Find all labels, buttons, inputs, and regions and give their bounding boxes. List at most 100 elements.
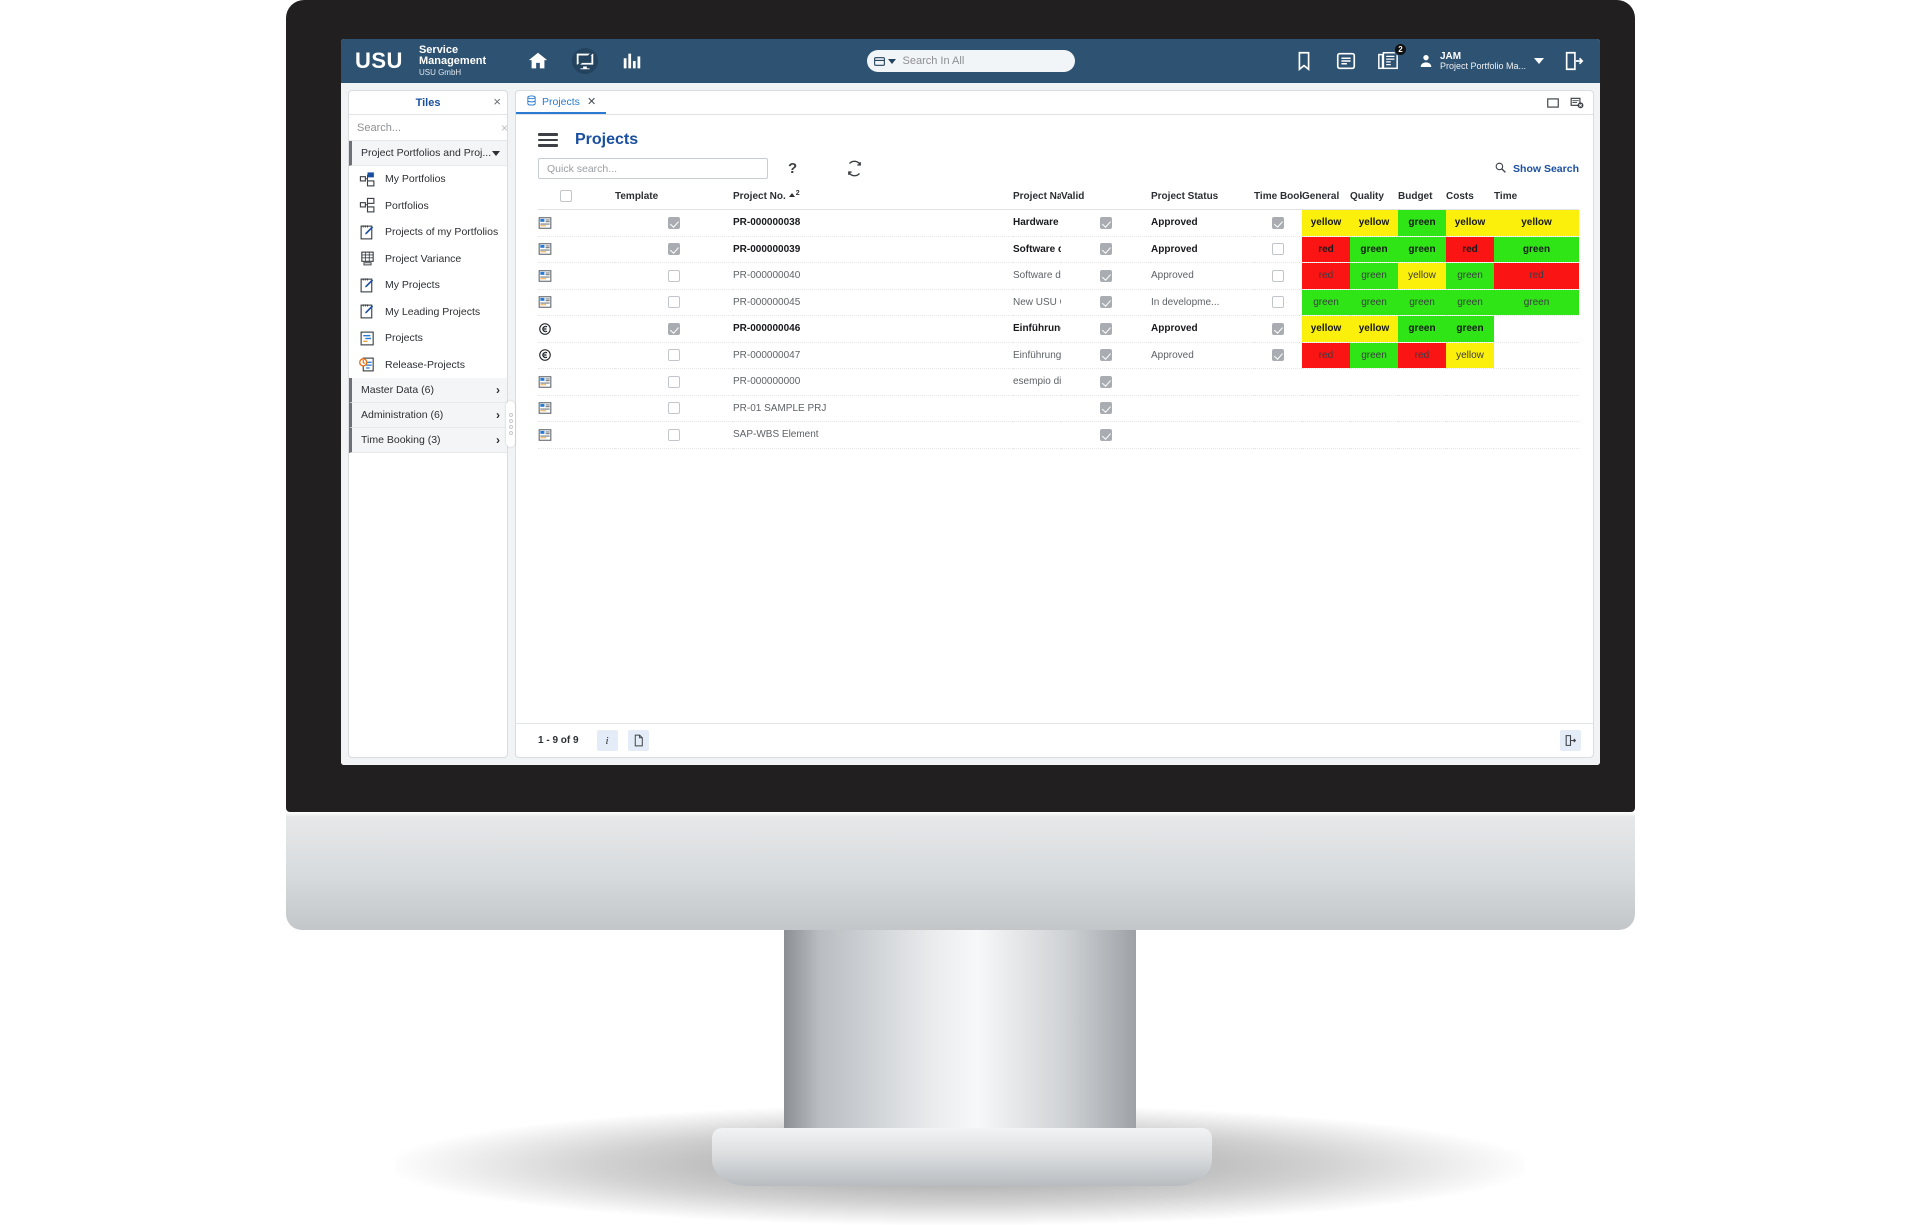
user-menu[interactable]: JAM Project Portfolio Ma... [1418, 51, 1544, 72]
quick-search-input[interactable] [545, 162, 761, 176]
show-search-button[interactable]: Show Search [1494, 161, 1579, 177]
th-budget[interactable]: Budget [1398, 190, 1446, 210]
document-icon[interactable] [628, 730, 649, 751]
help-icon[interactable]: ? [788, 160, 797, 177]
table-row[interactable]: PR-000000047Einführung USU Knowledge Man… [538, 342, 1579, 369]
global-search[interactable] [867, 50, 1075, 72]
sidebar-splitter-handle[interactable] [506, 401, 515, 447]
valid-checkbox[interactable] [1100, 270, 1112, 282]
restore-window-icon[interactable] [1546, 96, 1560, 110]
monitor-icon[interactable] [572, 48, 598, 74]
sidebar-item-portfolios[interactable]: Portfolios [349, 193, 507, 220]
time-booking-checkbox[interactable] [1272, 323, 1284, 335]
valid-checkbox[interactable] [1100, 217, 1112, 229]
table-row[interactable]: SAP-WBS Element [538, 422, 1579, 449]
valid-checkbox[interactable] [1100, 323, 1112, 335]
sidebar-item-my-portfolios[interactable]: My Portfolios [349, 166, 507, 193]
valid-checkbox[interactable] [1100, 296, 1112, 308]
chart-icon[interactable] [620, 49, 644, 73]
home-icon[interactable] [526, 49, 550, 73]
news-icon[interactable]: 2 [1376, 49, 1400, 73]
project-name-cell: New USU Campus in Hamburg [1013, 289, 1061, 316]
table-row[interactable]: PR-000000039Software distribution for DE… [538, 236, 1579, 263]
hamburger-icon[interactable] [538, 133, 558, 147]
row-type-icon-cell [538, 422, 560, 449]
time-booking-checkbox[interactable] [1272, 243, 1284, 255]
time-booking-checkbox[interactable] [1272, 349, 1284, 361]
template-checkbox[interactable] [668, 270, 680, 282]
template-checkbox[interactable] [668, 243, 680, 255]
quick-search[interactable] [538, 158, 768, 179]
template-checkbox[interactable] [668, 349, 680, 361]
sidebar-item-project-variance[interactable]: Project Variance [349, 246, 507, 273]
project-doc-icon [538, 269, 552, 283]
table-row[interactable]: PR-000000038Hardware Rollout for new bui… [538, 210, 1579, 237]
th-project-name[interactable]: Project Name [1013, 190, 1061, 210]
template-checkbox[interactable] [668, 296, 680, 308]
valid-checkbox[interactable] [1100, 429, 1112, 441]
time-booking-checkbox[interactable] [1272, 296, 1284, 308]
time-booking-checkbox[interactable] [1272, 217, 1284, 229]
table-row[interactable]: PR-000000000esempio di progetto [538, 369, 1579, 396]
th-project-no[interactable]: Project No.2 [733, 190, 1013, 210]
template-checkbox[interactable] [668, 429, 680, 441]
close-icon[interactable]: × [493, 95, 501, 108]
row-select-cell [560, 342, 615, 369]
project-name-cell: Einführung USU Knowledge Management inkl… [1013, 342, 1061, 369]
logout-icon[interactable] [1562, 49, 1586, 73]
list-icon[interactable] [1334, 49, 1358, 73]
template-checkbox[interactable] [668, 376, 680, 388]
export-icon[interactable] [1560, 730, 1581, 751]
table-row[interactable]: PR-000000045New USU Campus in HamburgIn … [538, 289, 1579, 316]
time-booking-cell [1254, 263, 1302, 290]
template-checkbox[interactable] [668, 323, 680, 335]
select-all-checkbox[interactable] [560, 190, 572, 202]
table-row[interactable]: PR-000000040Software distribution for US… [538, 263, 1579, 290]
sidebar-search[interactable]: × [349, 115, 507, 141]
sidebar-item-my-projects[interactable]: My Projects [349, 272, 507, 299]
th-valid[interactable]: Valid [1061, 190, 1151, 210]
valid-cell [1061, 210, 1151, 237]
th-time-booking[interactable]: Time Booking Allow... [1254, 190, 1302, 210]
valid-checkbox[interactable] [1100, 243, 1112, 255]
clear-icon[interactable]: × [501, 121, 508, 135]
reset-view-icon[interactable] [1570, 96, 1584, 110]
bookmark-icon[interactable] [1292, 49, 1316, 73]
row-type-icon-cell [538, 316, 560, 343]
portfolio-icon [359, 197, 376, 214]
info-button[interactable]: i [597, 730, 618, 751]
th-template[interactable]: Template [615, 190, 733, 210]
table-row[interactable]: PR-01 SAMPLE PRJ [538, 395, 1579, 422]
th-quality[interactable]: Quality [1350, 190, 1398, 210]
status-cell-green: green [1350, 289, 1398, 316]
template-checkbox[interactable] [668, 402, 680, 414]
sidebar-group-time-booking[interactable]: Time Booking (3) › [349, 428, 507, 453]
sidebar-item-projects[interactable]: Projects [349, 325, 507, 352]
project-name-cell: Einführung USU SM/Implementation USU SM [1013, 316, 1061, 343]
template-checkbox[interactable] [668, 217, 680, 229]
th-costs[interactable]: Costs [1446, 190, 1494, 210]
th-general[interactable]: General [1302, 190, 1350, 210]
status-cell-empty [1494, 395, 1579, 422]
table-row[interactable]: PR-000000046Einführung USU SM/Implementa… [538, 316, 1579, 343]
tab-projects[interactable]: Projects ✕ [516, 91, 606, 114]
valid-checkbox[interactable] [1100, 376, 1112, 388]
th-time[interactable]: Time [1494, 190, 1579, 210]
portfolio-filled-icon [359, 171, 376, 188]
sidebar-group-administration[interactable]: Administration (6) › [349, 403, 507, 428]
sidebar-group-master-data[interactable]: Master Data (6) › [349, 378, 507, 403]
sidebar-item-my-leading-projects[interactable]: My Leading Projects [349, 299, 507, 326]
sidebar-item-projects-of-my-portfolios[interactable]: Projects of my Portfolios [349, 219, 507, 246]
time-booking-checkbox[interactable] [1272, 270, 1284, 282]
valid-checkbox[interactable] [1100, 349, 1112, 361]
global-search-input[interactable] [899, 54, 1071, 68]
close-icon[interactable]: ✕ [587, 95, 596, 108]
sidebar-group-project-portfolios[interactable]: Project Portfolios and Proj... [349, 141, 507, 166]
status-cell-green: green [1350, 263, 1398, 290]
valid-checkbox[interactable] [1100, 402, 1112, 414]
scope-selector-icon[interactable] [871, 55, 899, 68]
refresh-icon[interactable] [846, 160, 863, 177]
th-project-status[interactable]: Project Status [1151, 190, 1254, 210]
sidebar-search-input[interactable] [355, 121, 501, 135]
sidebar-item-release-projects[interactable]: Release-Projects [349, 352, 507, 379]
